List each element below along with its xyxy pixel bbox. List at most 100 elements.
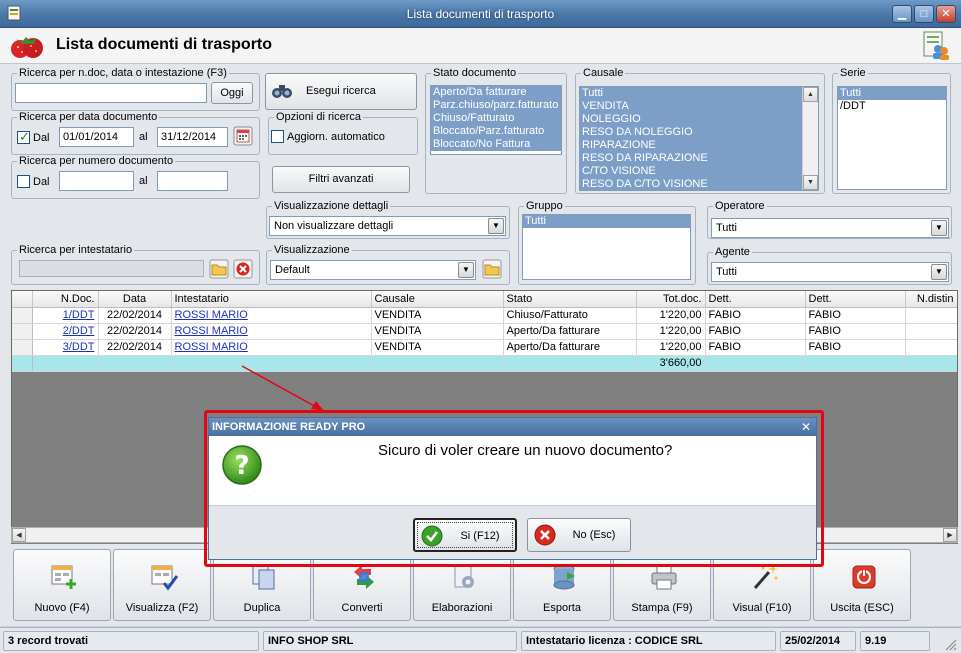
toolbar-button-label: Visual (F10) [732,602,792,614]
agente-legend: Agente [713,246,752,259]
scroll-up-icon[interactable]: ▲ [803,87,818,102]
data-dal-input[interactable]: 01/01/2014 [59,127,134,147]
aggiorn-checkbox[interactable] [271,130,284,143]
customer-link[interactable]: ROSSI MARIO [175,325,248,337]
users-list-icon[interactable] [921,30,949,60]
maximize-button[interactable]: □ [914,5,934,23]
view-document-icon [151,565,179,591]
customer-link[interactable]: ROSSI MARIO [175,341,248,353]
status-records: 3 record trovati [3,631,259,651]
column-header[interactable]: Dett. [705,291,806,308]
list-item[interactable]: Parz.chiuso/parz.fatturato [431,99,561,112]
stato-listbox[interactable]: Aperto/Da fatturare Parz.chiuso/parz.fatt… [430,85,562,155]
clear-red-x-icon[interactable] [233,259,253,279]
ndoc-search-input[interactable] [15,83,207,103]
gruppo-listbox[interactable]: Tutti [522,214,691,280]
list-item[interactable]: Bloccato/No Fattura [431,138,561,151]
list-item[interactable]: /DDT [838,100,946,113]
data-dal-checkbox[interactable]: ✓ [17,129,30,144]
vis-dettagli-combo[interactable]: Non visualizzare dettagli ▼ [269,216,506,236]
scroll-right-icon[interactable]: ▶ [943,528,957,542]
serie-listbox[interactable]: Tutti/DDT [837,86,947,190]
chevron-down-icon[interactable]: ▼ [458,262,474,278]
scroll-left-icon[interactable]: ◀ [12,528,26,542]
table-cell: FABIO [705,323,806,340]
column-header[interactable]: Causale [371,291,504,308]
causale-scrollbar[interactable]: ▲ ▼ [802,87,818,190]
table-cell: 22/02/2014 [98,339,172,356]
numero-dal-checkbox[interactable] [17,175,30,188]
resize-grip-icon[interactable] [943,637,957,651]
table-row[interactable]: 3/DDT 22/02/2014 ROSSI MARIO VENDITA Aperto/… [12,339,957,356]
folder-icon[interactable] [482,259,502,279]
list-item[interactable]: RESO DA C/TO VISIONE [580,178,802,190]
status-bar: 3 record trovati INFO SHOP SRL Intestata… [0,627,961,653]
list-item[interactable]: Bloccato/Parz.fatturato [431,125,561,138]
list-item[interactable]: Aperto/Da fatturare [431,86,561,99]
visualizzazione-combo[interactable]: Default ▼ [270,260,476,280]
document-link[interactable]: 2/DDT [63,325,95,337]
numero-al-input[interactable] [157,171,228,191]
table-cell[interactable]: ROSSI MARIO [171,307,372,324]
dialog-close-icon[interactable]: ✕ [801,420,811,434]
document-link[interactable]: 1/DDT [63,309,95,321]
operatore-combo[interactable]: Tutti ▼ [711,218,949,238]
table-cell[interactable]: 3/DDT [32,339,99,356]
numero-dal-label: Dal [33,176,50,188]
oggi-button[interactable]: Oggi [211,82,253,104]
toolbar-button-2[interactable]: Visualizza (F2) [113,549,211,621]
column-header[interactable]: N.distin [905,291,957,308]
list-item[interactable]: Tutti [580,87,802,100]
numero-dal-input[interactable] [59,171,134,191]
list-item[interactable]: Tutti [838,87,946,100]
list-item[interactable]: Tutti [523,215,690,228]
table-cell: 22/02/2014 [98,307,172,324]
column-header[interactable]: N.Doc. [32,291,99,308]
column-header[interactable]: Stato [503,291,637,308]
table-cell[interactable]: 1/DDT [32,307,99,324]
table-cell[interactable]: ROSSI MARIO [171,323,372,340]
column-header[interactable]: Tot.doc. [636,291,706,308]
document-link[interactable]: 3/DDT [63,341,95,353]
causale-listbox[interactable]: Tutti VENDITA NOLEGGIO RESO DA NOLEGGIO RIPA… [579,86,819,191]
calendar-icon[interactable] [233,126,253,146]
table-row[interactable]: 1/DDT 22/02/2014 ROSSI MARIO VENDITA Chiuso/… [12,307,957,324]
list-item[interactable]: VENDITA [580,100,802,113]
esegui-ricerca-button[interactable]: Esegui ricerca [265,73,417,110]
scroll-down-icon[interactable]: ▼ [803,175,818,190]
table-row[interactable]: 2/DDT 22/02/2014 ROSSI MARIO VENDITA Aperto/… [12,323,957,340]
column-header[interactable]: Data [98,291,172,308]
filtri-avanzati-button[interactable]: Filtri avanzati [272,166,410,193]
minimize-button[interactable]: ▁ [892,5,912,23]
agente-combo[interactable]: Tutti ▼ [711,262,949,282]
list-item[interactable]: RESO DA RIPARAZIONE [580,152,802,165]
toolbar-button-9[interactable]: Uscita (ESC) [813,549,911,621]
list-item[interactable]: Chiuso/Fatturato [431,112,561,125]
list-item[interactable]: RIPARAZIONE [580,139,802,152]
chevron-down-icon[interactable]: ▼ [488,218,504,234]
list-item[interactable]: RESO DA NOLEGGIO [580,126,802,139]
table-cell[interactable]: ROSSI MARIO [171,339,372,356]
list-item[interactable]: C/TO VISIONE [580,165,802,178]
toolbar-button-1[interactable]: Nuovo (F4) [13,549,111,621]
intestatario-input[interactable] [19,260,204,277]
table-cell [12,323,33,340]
table-cell[interactable]: 2/DDT [32,323,99,340]
table-cell: 1'220,00 [636,307,706,324]
close-window-button[interactable]: ✕ [936,5,956,23]
column-header[interactable]: Intestatario [171,291,372,308]
column-header[interactable] [12,291,33,308]
chevron-down-icon[interactable]: ▼ [931,220,947,236]
table-cell [12,355,33,372]
table-cell [12,307,33,324]
data-al-input[interactable]: 31/12/2014 [157,127,228,147]
toolbar-button-label: Uscita (ESC) [830,602,894,614]
no-button[interactable]: No (Esc) [527,518,631,552]
yes-button[interactable]: Si (F12) [413,518,517,552]
column-header[interactable]: Dett. [805,291,906,308]
chevron-down-icon[interactable]: ▼ [931,264,947,280]
folder-icon[interactable] [209,259,229,279]
list-item[interactable]: NOLEGGIO [580,113,802,126]
table-cell [905,339,957,356]
customer-link[interactable]: ROSSI MARIO [175,309,248,321]
